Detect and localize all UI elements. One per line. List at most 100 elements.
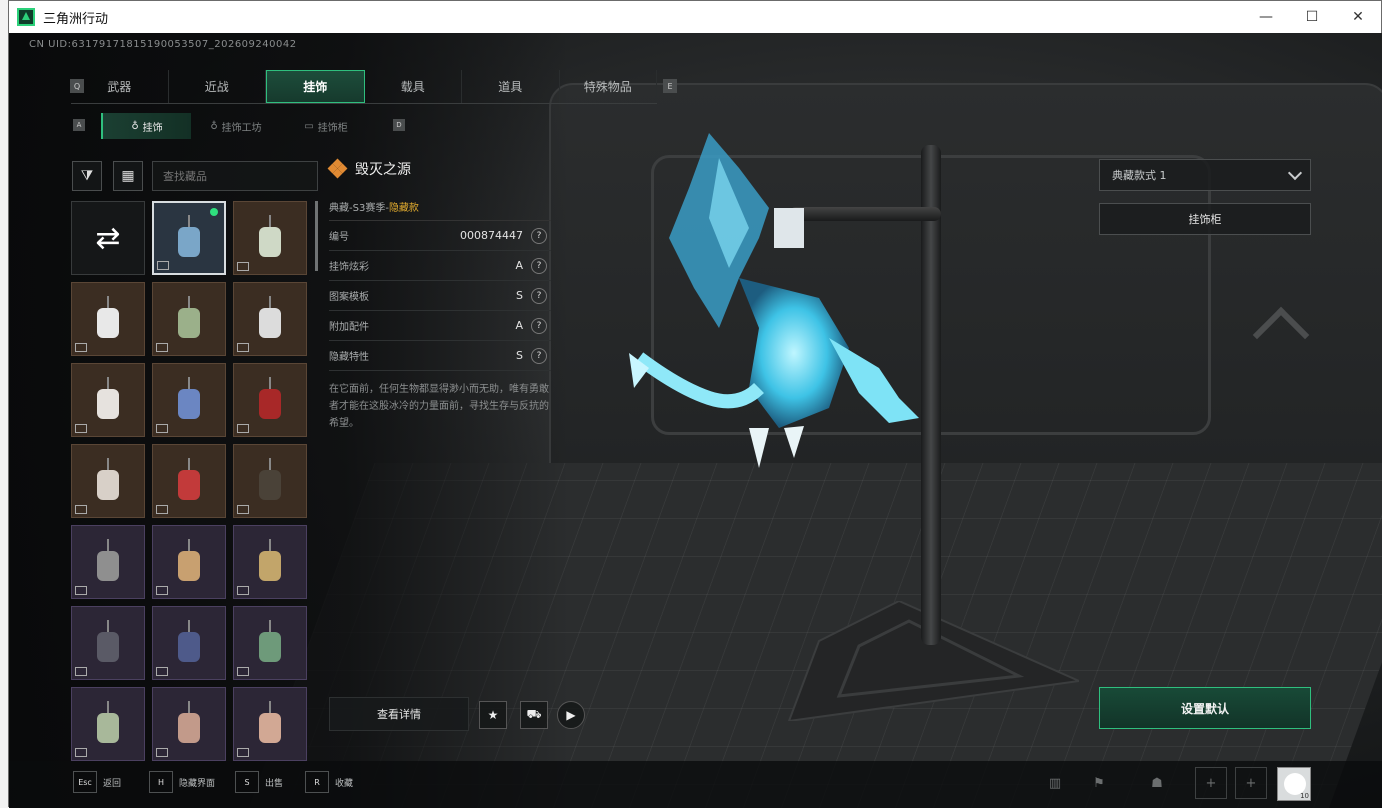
charm-thumbnail <box>255 620 285 666</box>
charm-thumbnail <box>255 701 285 747</box>
favorite-button[interactable]: ★ <box>479 701 507 729</box>
charm-thumbnail <box>93 620 123 666</box>
subtab-workshop[interactable]: ♁ 挂饰工坊 <box>191 113 281 139</box>
rarity-diamond-icon <box>327 158 348 179</box>
stats-button[interactable]: ▥ <box>1039 767 1071 799</box>
preview-image-icon <box>156 343 168 352</box>
charm-cell[interactable] <box>152 444 226 518</box>
minimize-button[interactable]: — <box>1243 1 1289 33</box>
subtab-charms[interactable]: ♁ 挂饰 <box>101 113 191 139</box>
help-icon[interactable]: ? <box>531 347 547 364</box>
flag-button[interactable]: ⚑ <box>1083 767 1115 799</box>
invite-slot-1[interactable]: + <box>1195 767 1227 799</box>
search-input[interactable] <box>152 161 318 191</box>
help-icon[interactable]: ? <box>531 257 547 274</box>
charm-cell[interactable] <box>233 363 307 437</box>
play-icon: ▶ <box>566 708 576 722</box>
filter-button[interactable]: ⧩ <box>72 161 102 191</box>
help-icon[interactable]: ? <box>531 227 547 244</box>
charm-cell[interactable] <box>152 201 226 275</box>
maximize-button[interactable]: ☐ <box>1289 1 1335 33</box>
charm-thumbnail <box>93 377 123 423</box>
tab-items[interactable]: 道具 <box>462 70 560 103</box>
title-bar: 三角洲行动 — ☐ ✕ <box>9 1 1381 33</box>
set-default-button[interactable]: 设置默认 <box>1099 687 1311 729</box>
equipped-indicator <box>210 208 218 216</box>
hint-key: S <box>235 771 259 793</box>
dragon-charm-model[interactable] <box>619 128 939 488</box>
tab-weapons[interactable]: 武器 <box>71 70 169 103</box>
charm-cell[interactable] <box>152 525 226 599</box>
tab-vehicles[interactable]: 载具 <box>365 70 462 103</box>
prop-label: 附加配件 <box>329 322 369 333</box>
view-details-button[interactable]: 查看详情 <box>329 697 469 731</box>
subtab-cabinet[interactable]: ▭ 挂饰柜 <box>281 113 371 139</box>
subtab-label: 挂饰工坊 <box>221 122 262 134</box>
style-select[interactable]: 典藏款式 1 <box>1099 159 1311 191</box>
subtab-label: 挂饰柜 <box>317 122 348 134</box>
subtab-prev-key[interactable]: A <box>73 119 85 131</box>
charm-cell[interactable] <box>152 282 226 356</box>
grid-scrollbar[interactable] <box>315 201 318 271</box>
charm-cell[interactable] <box>233 687 307 761</box>
charm-cell[interactable] <box>233 606 307 680</box>
prop-value: A <box>515 259 523 272</box>
close-button[interactable]: ✕ <box>1335 1 1381 33</box>
team-button[interactable]: ☗ <box>1141 767 1173 799</box>
charm-cell[interactable] <box>71 525 145 599</box>
hint-back[interactable]: Esc 返回 <box>73 771 121 793</box>
hint-collect[interactable]: R 收藏 <box>305 771 353 793</box>
workshop-icon: ♁ <box>210 120 218 132</box>
charm-cabinet-button[interactable]: 挂饰柜 <box>1099 203 1311 235</box>
hint-sell[interactable]: S 出售 <box>235 771 283 793</box>
preview-image-icon <box>156 586 168 595</box>
invite-slot-2[interactable]: + <box>1235 767 1267 799</box>
charm-cell[interactable] <box>152 606 226 680</box>
charm-cell[interactable] <box>71 687 145 761</box>
random-charm-cell[interactable]: ⇄ <box>71 201 145 275</box>
charm-cell[interactable] <box>71 282 145 356</box>
preview-image-icon <box>75 505 87 514</box>
grid-view-button[interactable]: ▦ <box>113 161 143 191</box>
player-avatar[interactable]: 10 <box>1277 767 1311 801</box>
charm-thumbnail <box>255 296 285 342</box>
charm-cell[interactable] <box>233 444 307 518</box>
charm-cell[interactable] <box>233 201 307 275</box>
charm-cell[interactable] <box>71 444 145 518</box>
charm-cell[interactable] <box>233 525 307 599</box>
charm-thumbnail <box>255 458 285 504</box>
tab-charms[interactable]: 挂饰 <box>266 70 365 103</box>
star-icon: ★ <box>487 708 499 722</box>
tab-melee[interactable]: 近战 <box>169 70 266 103</box>
charm-cell[interactable] <box>152 687 226 761</box>
hint-key: R <box>305 771 329 793</box>
users-icon: ☗ <box>1151 775 1163 791</box>
preview-image-icon <box>237 343 249 352</box>
prop-accessory: 附加配件 A ? <box>329 311 551 341</box>
subtab-next-key[interactable]: D <box>393 119 405 131</box>
subtab-label: 挂饰 <box>142 122 163 134</box>
preview-image-icon <box>237 586 249 595</box>
charm-cell[interactable] <box>233 282 307 356</box>
item-detail-panel: 毁灭之源 典藏-S3赛季-隐藏款 编号 000874447 ? 挂饰炫彩 A ?… <box>327 157 551 432</box>
hint-hide-ui[interactable]: H 隐藏界面 <box>149 771 215 793</box>
category-tabs: Q 武器 近战 挂饰 载具 道具 特殊物品 E <box>70 70 677 104</box>
charm-cell[interactable] <box>71 606 145 680</box>
charm-cell[interactable] <box>71 363 145 437</box>
filter-icon: ⧩ <box>80 168 94 184</box>
charm-cell[interactable] <box>152 363 226 437</box>
tab-label: 道具 <box>498 80 523 94</box>
tab-special-items[interactable]: 特殊物品 <box>560 70 657 103</box>
prop-value: S <box>516 349 523 362</box>
preview-image-icon <box>237 667 249 676</box>
help-icon[interactable]: ? <box>531 287 547 304</box>
tab-prev-key[interactable]: Q <box>70 79 84 93</box>
prop-label: 挂饰炫彩 <box>329 262 369 273</box>
preview-button[interactable]: ▶ <box>557 701 585 729</box>
help-icon[interactable]: ? <box>531 317 547 334</box>
market-button[interactable]: ⛟ <box>520 701 548 729</box>
tab-next-key[interactable]: E <box>663 79 677 93</box>
hint-label: 返回 <box>103 778 122 789</box>
prop-label: 图案模板 <box>329 292 369 303</box>
item-rarity: 典藏-S3赛季-隐藏款 <box>329 199 551 221</box>
